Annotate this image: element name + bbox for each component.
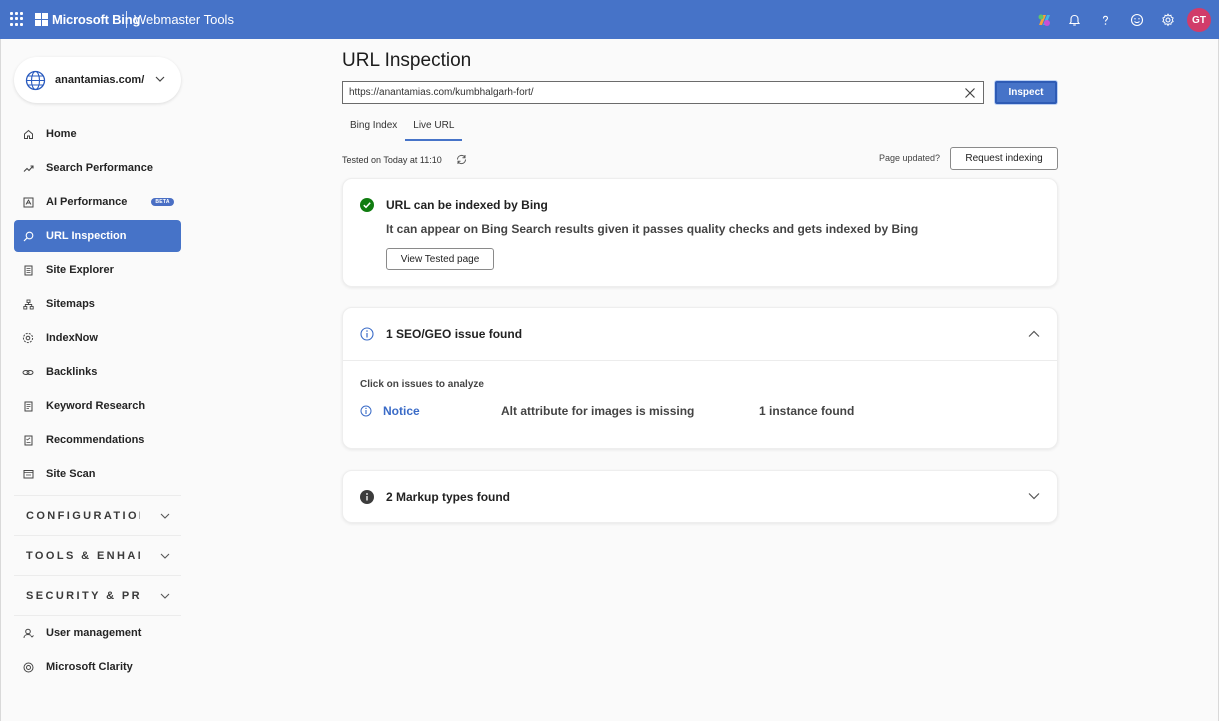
page-updated-label: Page updated? <box>879 153 941 163</box>
sidebar-item-sitemaps[interactable]: Sitemaps <box>14 287 181 321</box>
checklist-icon <box>22 434 34 446</box>
sidebar-item-user-management[interactable]: User management <box>14 616 181 650</box>
index-status-title: URL can be indexed by Bing <box>386 198 548 212</box>
chevron-up-icon[interactable] <box>1028 329 1040 339</box>
sidebar-item-label: IndexNow <box>46 332 98 344</box>
chevron-down-icon <box>160 553 170 559</box>
tested-status: Tested on Today at 11:10 <box>342 153 468 166</box>
sidebar-item-label: Home <box>46 128 77 140</box>
page-title: URL Inspection <box>342 50 472 71</box>
sidebar-item-indexnow[interactable]: IndexNow <box>14 321 181 355</box>
sidebar-item-label: User management <box>46 627 142 639</box>
view-tested-page-button[interactable]: View Tested page <box>386 248 494 270</box>
globe-icon <box>25 70 46 90</box>
trend-icon <box>22 162 34 174</box>
link-icon <box>22 366 34 378</box>
markup-types-card[interactable]: 2 Markup types found <box>342 470 1058 523</box>
site-name: anantamias.com/ <box>55 74 145 86</box>
info-filled-icon <box>360 490 374 504</box>
sidebar-item-label: Sitemaps <box>46 298 95 310</box>
sidebar-item-label: Backlinks <box>46 366 98 378</box>
sidebar: anantamias.com/ Home Search Performance … <box>0 39 196 721</box>
sidebar-item-label: URL Inspection <box>46 230 127 242</box>
markup-types-title: 2 Markup types found <box>386 490 511 504</box>
sidebar-item-site-scan[interactable]: Site Scan <box>14 457 181 491</box>
sidebar-nav: Home Search Performance AI Performance B… <box>14 117 181 684</box>
chevron-down-icon <box>155 76 165 82</box>
sidebar-item-backlinks[interactable]: Backlinks <box>14 355 181 389</box>
home-icon <box>22 128 34 140</box>
site-selector[interactable]: anantamias.com/ <box>14 57 181 103</box>
sidebar-item-label: Site Explorer <box>46 264 114 276</box>
sidebar-section-security-privacy[interactable]: SECURITY & PRIVACY <box>14 575 181 615</box>
feedback-smiley-icon[interactable] <box>1121 7 1152 33</box>
brand-divider <box>126 11 127 28</box>
card-divider <box>343 360 1057 361</box>
success-check-icon <box>360 198 374 212</box>
sidebar-item-label: Site Scan <box>46 468 96 480</box>
seo-issues-card: 1 SEO/GEO issue found Click on issues to… <box>342 307 1058 449</box>
scan-icon <box>22 468 34 480</box>
url-input-container <box>342 81 984 104</box>
clarity-icon <box>22 661 34 673</box>
request-indexing-button[interactable]: Request indexing <box>950 147 1058 170</box>
microsoft-logo-icon <box>35 13 48 26</box>
seo-issues-title[interactable]: 1 SEO/GEO issue found <box>386 327 522 341</box>
ai-icon <box>22 196 34 208</box>
tab-bing-index[interactable]: Bing Index <box>342 117 405 141</box>
issues-hint: Click on issues to analyze <box>360 379 484 390</box>
tab-live-url[interactable]: Live URL <box>405 117 463 141</box>
sidebar-item-keyword-research[interactable]: Keyword Research <box>14 389 181 423</box>
issue-count: 1 instance found <box>759 404 855 418</box>
top-bar-actions: GT <box>1028 7 1211 33</box>
app-launcher-icon[interactable] <box>10 12 24 26</box>
user-icon <box>22 627 34 639</box>
inspection-tabs: Bing Index Live URL <box>342 117 463 141</box>
sidebar-item-label: Keyword Research <box>46 400 146 412</box>
info-icon <box>360 327 374 341</box>
document-icon <box>22 264 34 276</box>
sitemap-icon <box>22 298 34 310</box>
settings-gear-icon[interactable] <box>1152 7 1183 33</box>
section-label: TOOLS & ENHANCEMENTS <box>26 549 140 562</box>
clear-close-icon[interactable] <box>964 87 976 99</box>
sidebar-item-url-inspection[interactable]: URL Inspection <box>14 220 181 252</box>
url-input[interactable] <box>349 87 949 98</box>
section-label: SECURITY & PRIVACY <box>26 589 140 602</box>
inspect-button[interactable]: Inspect <box>995 81 1057 104</box>
sidebar-item-label: AI Performance <box>46 196 128 208</box>
sidebar-item-site-explorer[interactable]: Site Explorer <box>14 253 181 287</box>
copilot-icon[interactable] <box>1028 7 1059 33</box>
top-bar: Microsoft Bing Webmaster Tools GT <box>0 0 1219 39</box>
issue-name[interactable]: Alt attribute for images is missing <box>501 404 694 418</box>
sidebar-item-search-performance[interactable]: Search Performance <box>14 151 181 185</box>
chevron-down-icon[interactable] <box>1028 491 1040 501</box>
user-avatar[interactable]: GT <box>1187 8 1211 32</box>
tested-timestamp: Tested on Today at 11:10 <box>342 154 442 165</box>
sidebar-item-microsoft-clarity[interactable]: Microsoft Clarity <box>14 650 181 684</box>
notifications-bell-icon[interactable] <box>1059 7 1090 33</box>
index-status-description: It can appear on Bing Search results giv… <box>386 222 919 236</box>
sidebar-item-label: Recommendations <box>46 434 145 446</box>
help-icon[interactable] <box>1090 7 1121 33</box>
chevron-down-icon <box>160 513 170 519</box>
refresh-icon[interactable] <box>455 153 468 166</box>
issue-severity[interactable]: Notice <box>383 404 420 418</box>
gear-icon <box>22 332 34 344</box>
sidebar-item-recommendations[interactable]: Recommendations <box>14 423 181 457</box>
sidebar-section-tools-enhancements[interactable]: TOOLS & ENHANCEMENTS <box>14 535 181 575</box>
product-name[interactable]: Webmaster Tools <box>134 12 234 27</box>
sidebar-item-home[interactable]: Home <box>14 117 181 151</box>
chevron-down-icon <box>160 593 170 599</box>
section-label: CONFIGURATION <box>26 509 140 522</box>
search-icon <box>22 230 34 242</box>
notice-info-icon <box>360 405 372 417</box>
beta-badge: BETA <box>151 198 174 206</box>
sidebar-section-configuration[interactable]: CONFIGURATION <box>14 495 181 535</box>
sidebar-item-label: Microsoft Clarity <box>46 661 133 673</box>
sidebar-item-label: Search Performance <box>46 162 153 174</box>
document-icon <box>22 400 34 412</box>
sidebar-item-ai-performance[interactable]: AI Performance BETA <box>14 185 181 219</box>
index-status-card: URL can be indexed by Bing It can appear… <box>342 178 1058 287</box>
